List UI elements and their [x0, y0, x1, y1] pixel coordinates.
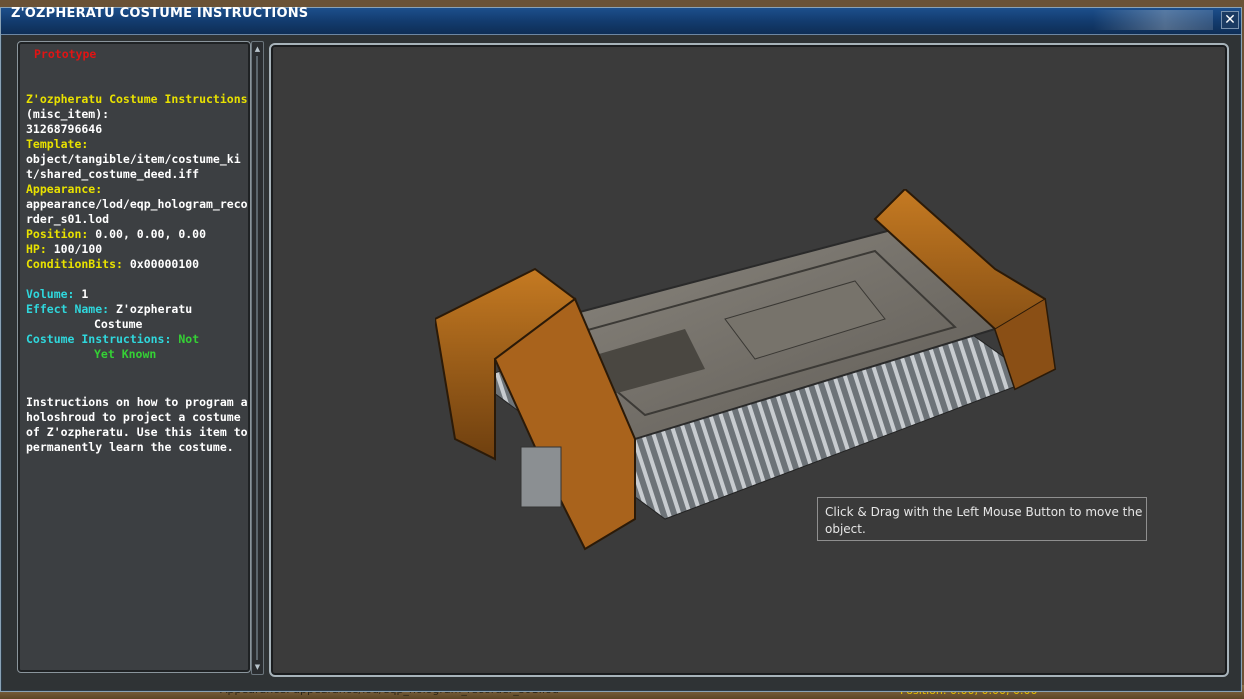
effect-name-value-cont: Costume [94, 317, 143, 331]
item-name: Z'ozpheratu Costume Instructions [26, 92, 248, 106]
effect-name-value: Z'ozpheratu [116, 302, 193, 316]
drag-hint-tooltip: Click & Drag with the Left Mouse Button … [817, 497, 1147, 541]
position-value: 0.00, 0.00, 0.00 [95, 227, 207, 241]
scroll-up-arrow-icon[interactable]: ▲ [252, 44, 263, 54]
item-type: (misc_item): [26, 107, 110, 121]
object-3d-viewer[interactable]: Click & Drag with the Left Mouse Button … [269, 43, 1229, 677]
close-button[interactable]: ✕ [1221, 11, 1239, 29]
window-title: Z'OZPHERATU COSTUME INSTRUCTIONS [11, 6, 309, 21]
position-label: Position: [26, 227, 89, 241]
viewer-canvas[interactable]: Click & Drag with the Left Mouse Button … [275, 49, 1223, 671]
title-bar[interactable]: Z'OZPHERATU COSTUME INSTRUCTIONS ✕ [1, 6, 1241, 35]
info-scrollbar[interactable]: ▲ ▼ [251, 41, 264, 675]
costume-instructions-value: Not [178, 332, 200, 346]
item-id: 31268796646 [26, 122, 103, 136]
volume-label: Volume: [26, 287, 75, 301]
item-info-text: Prototype Z'ozpheratu Costume Instructio… [26, 47, 248, 455]
appearance-value: appearance/lod/eqp_hologram_recorder_s01… [26, 197, 248, 226]
condition-label: ConditionBits: [26, 257, 123, 271]
title-ornament [1093, 10, 1213, 30]
appearance-label: Appearance: [26, 182, 103, 196]
costume-instructions-label: Costume Instructions: [26, 332, 172, 346]
scroll-down-arrow-icon[interactable]: ▼ [252, 662, 263, 672]
examine-window: Z'OZPHERATU COSTUME INSTRUCTIONS ✕ Proto… [0, 6, 1242, 692]
template-value: object/tangible/item/costume_kit/shared_… [26, 152, 241, 181]
hp-value: 100/100 [53, 242, 103, 256]
prototype-label: Prototype [34, 47, 97, 61]
scroll-track[interactable] [256, 56, 258, 660]
template-label: Template: [26, 137, 89, 151]
effect-name-label: Effect Name: [26, 302, 110, 316]
item-info-panel: Prototype Z'ozpheratu Costume Instructio… [17, 41, 251, 673]
item-description: Instructions on how to program a holoshr… [26, 395, 248, 454]
costume-instructions-value-cont: Yet Known [94, 347, 157, 361]
hp-label: HP: [26, 242, 47, 256]
volume-value: 1 [81, 287, 89, 301]
condition-value: 0x00000100 [129, 257, 200, 271]
